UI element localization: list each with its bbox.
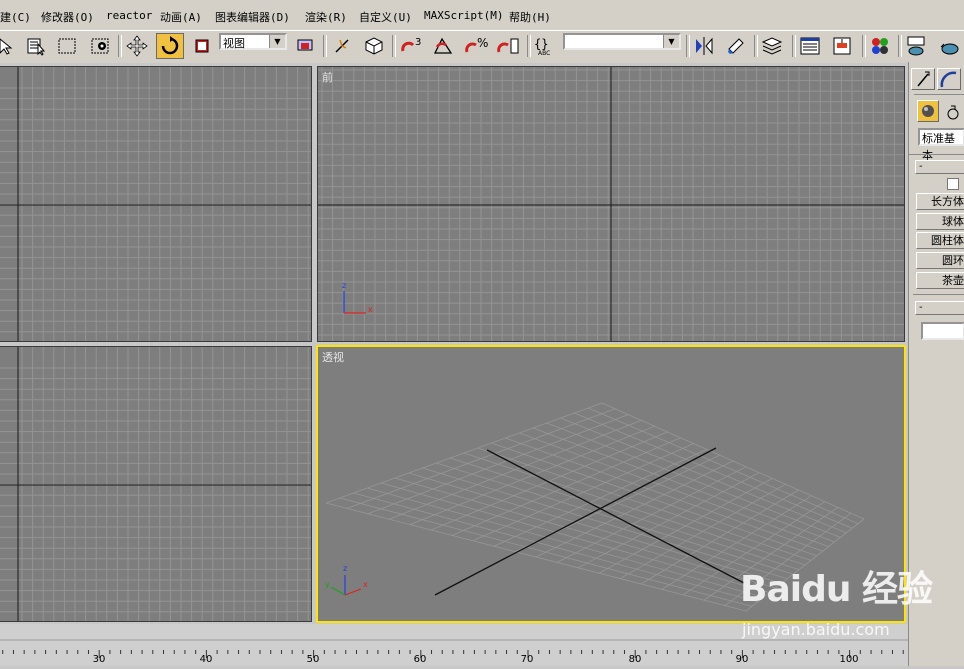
rotate-icon[interactable] xyxy=(156,33,184,59)
quick-render-icon[interactable] xyxy=(938,33,962,59)
viewport-grid xyxy=(318,67,904,341)
reference-coord-value: 视图 xyxy=(223,37,245,50)
object-name-field[interactable] xyxy=(921,322,964,340)
geometry-category-icon[interactable] xyxy=(917,100,939,122)
menu-customize[interactable]: 自定义(U) xyxy=(359,9,412,25)
tick-label: 80 xyxy=(628,654,642,665)
viewport-left[interactable] xyxy=(0,346,312,622)
viewport-grid xyxy=(0,347,311,621)
svg-text:{}: {} xyxy=(534,37,548,51)
object-category-value: 标准基本 xyxy=(922,132,955,162)
menu-graph-editors[interactable]: 图表编辑器(D) xyxy=(215,9,290,25)
select-by-name-icon[interactable] xyxy=(24,33,48,59)
chevron-down-icon: ▼ xyxy=(269,35,285,48)
align-icon[interactable] xyxy=(724,33,748,59)
edit-named-selection-icon[interactable]: {} ABC xyxy=(531,33,559,59)
modify-tab[interactable] xyxy=(937,68,961,90)
cylinder-button-label: 圆柱体 xyxy=(931,234,964,247)
viewport-perspective-label: 透视 xyxy=(322,351,344,364)
axis-y-label: y xyxy=(325,580,330,589)
axis-z-label: z xyxy=(342,281,346,290)
menu-maxscript[interactable]: MAXScript(M) xyxy=(424,9,503,22)
rollout-toggle-label: - xyxy=(919,302,923,313)
viewport-front-label: 前 xyxy=(322,71,333,84)
object-category-dropdown[interactable]: 标准基本 xyxy=(918,128,964,162)
sphere-button-label: 球体 xyxy=(942,215,964,228)
angle-snap-icon[interactable] xyxy=(431,33,455,59)
menu-rendering[interactable]: 渲染(R) xyxy=(305,9,347,25)
tick-label: 60 xyxy=(413,654,427,665)
percent-snap-icon[interactable]: % xyxy=(463,33,491,59)
watermark-logo: Baidu 经验 xyxy=(740,569,933,610)
rollout-toggle-label: - xyxy=(919,161,923,172)
menu-create[interactable]: 建(C) xyxy=(0,9,31,25)
curve-editor-icon[interactable] xyxy=(798,33,822,59)
axis-x-label: x xyxy=(368,305,373,314)
select-arrow-icon[interactable] xyxy=(0,33,16,59)
menu-help[interactable]: 帮助(H) xyxy=(509,9,551,25)
render-scene-icon[interactable] xyxy=(904,33,928,59)
teapot-button[interactable]: 茶壶 xyxy=(916,272,964,289)
viewport-top[interactable] xyxy=(0,66,312,342)
main-toolbar: 视图 ▼ 3 % {} ABC ▼ xyxy=(0,30,964,63)
chevron-down-icon: ▼ xyxy=(663,35,679,48)
schematic-view-icon[interactable] xyxy=(830,33,854,59)
tick-label: 30 xyxy=(92,654,106,665)
teapot-button-label: 茶壶 xyxy=(942,274,964,287)
axis-z-label: z xyxy=(343,564,347,573)
percent-snap-label: % xyxy=(477,36,488,50)
menu-reactor[interactable]: reactor xyxy=(106,9,152,22)
mirror-icon[interactable] xyxy=(692,33,716,59)
axis-tripod-front: z x xyxy=(342,281,373,314)
cylinder-button[interactable]: 圆柱体 xyxy=(916,232,964,249)
box-button[interactable]: 长方体 xyxy=(916,193,964,210)
snap-dimension-label: 3 xyxy=(415,37,421,48)
manipulate-icon[interactable] xyxy=(330,33,354,59)
watermark-url: jingyan.baidu.com xyxy=(742,620,890,639)
pivot-center-icon[interactable] xyxy=(293,33,317,59)
named-selection-dropdown[interactable]: ▼ xyxy=(563,33,681,50)
svg-text:ABC: ABC xyxy=(538,50,550,57)
baidu-watermark: Baidu 经验 jingyan.baidu.com xyxy=(740,560,964,666)
tick-label: 70 xyxy=(520,654,534,665)
menu-modifiers[interactable]: 修改器(O) xyxy=(41,9,94,25)
autogrid-checkbox[interactable] xyxy=(947,178,959,190)
snap-toggle-icon[interactable]: 3 xyxy=(398,33,428,59)
menu-animation[interactable]: 动画(A) xyxy=(160,9,202,25)
box-button-label: 长方体 xyxy=(931,195,964,208)
reference-coord-dropdown[interactable]: 视图 ▼ xyxy=(219,33,287,50)
tick-label: 50 xyxy=(306,654,320,665)
axis-tripod-perspective: z x y xyxy=(325,564,368,596)
scale-icon[interactable] xyxy=(190,33,214,59)
spinner-snap-icon[interactable] xyxy=(495,33,523,59)
viewport-front[interactable]: 前 z x xyxy=(317,66,905,342)
window-crossing-icon[interactable] xyxy=(88,33,112,59)
torus-button[interactable]: 圆环 xyxy=(916,252,964,269)
sphere-button[interactable]: 球体 xyxy=(916,213,964,230)
layer-manager-icon[interactable] xyxy=(760,33,784,59)
move-icon[interactable] xyxy=(125,33,149,59)
material-editor-icon[interactable] xyxy=(868,33,892,59)
rollout-name-color-header[interactable]: - xyxy=(915,301,964,315)
create-tab[interactable] xyxy=(911,68,935,90)
rollout-object-type-header[interactable]: - xyxy=(915,160,964,174)
torus-button-label: 圆环 xyxy=(942,254,964,267)
shapes-category-icon[interactable] xyxy=(943,102,963,125)
keyboard-shortcut-override-icon[interactable] xyxy=(362,33,386,59)
menu-bar: 建(C) 修改器(O) reactor 动画(A) 图表编辑器(D) 渲染(R)… xyxy=(0,0,964,30)
viewport-grid xyxy=(0,67,311,341)
tick-label: 40 xyxy=(199,654,213,665)
rect-selection-icon[interactable] xyxy=(55,33,79,59)
axis-x-label: x xyxy=(363,580,368,589)
